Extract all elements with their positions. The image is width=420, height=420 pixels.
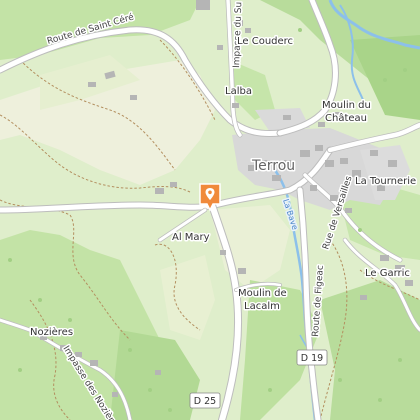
- place-label-al-mary: Al Mary: [172, 232, 210, 243]
- road-number-d19: D 19: [301, 353, 323, 364]
- place-label-le-garric: Le Garric: [365, 268, 410, 279]
- place-label-moulin-du: Moulin du: [322, 100, 371, 111]
- place-label-la-tournerie: La Tournerie: [355, 176, 416, 187]
- location-pin-icon: [199, 183, 221, 212]
- place-label-moulin-de: Moulin de: [238, 288, 287, 299]
- place-label-lalba: Lalba: [225, 86, 252, 97]
- place-label-nozieres: Nozières: [30, 326, 73, 338]
- map-canvas[interactable]: Route de Saint Céré Impasse du Su Rue de…: [0, 0, 420, 420]
- place-label-lacalm: Lacalm: [244, 301, 280, 312]
- road-shield-d19: D 19: [296, 349, 328, 366]
- location-marker[interactable]: [198, 182, 222, 212]
- place-label-chateau: Château: [325, 112, 367, 124]
- place-label-terrou: Terrou: [251, 158, 295, 174]
- road-shield-d25: D 25: [189, 392, 221, 409]
- road-number-d25: D 25: [194, 396, 216, 407]
- pin-glyph-dot: [208, 190, 212, 195]
- place-label-le-couderc: Le Couderc: [237, 36, 293, 47]
